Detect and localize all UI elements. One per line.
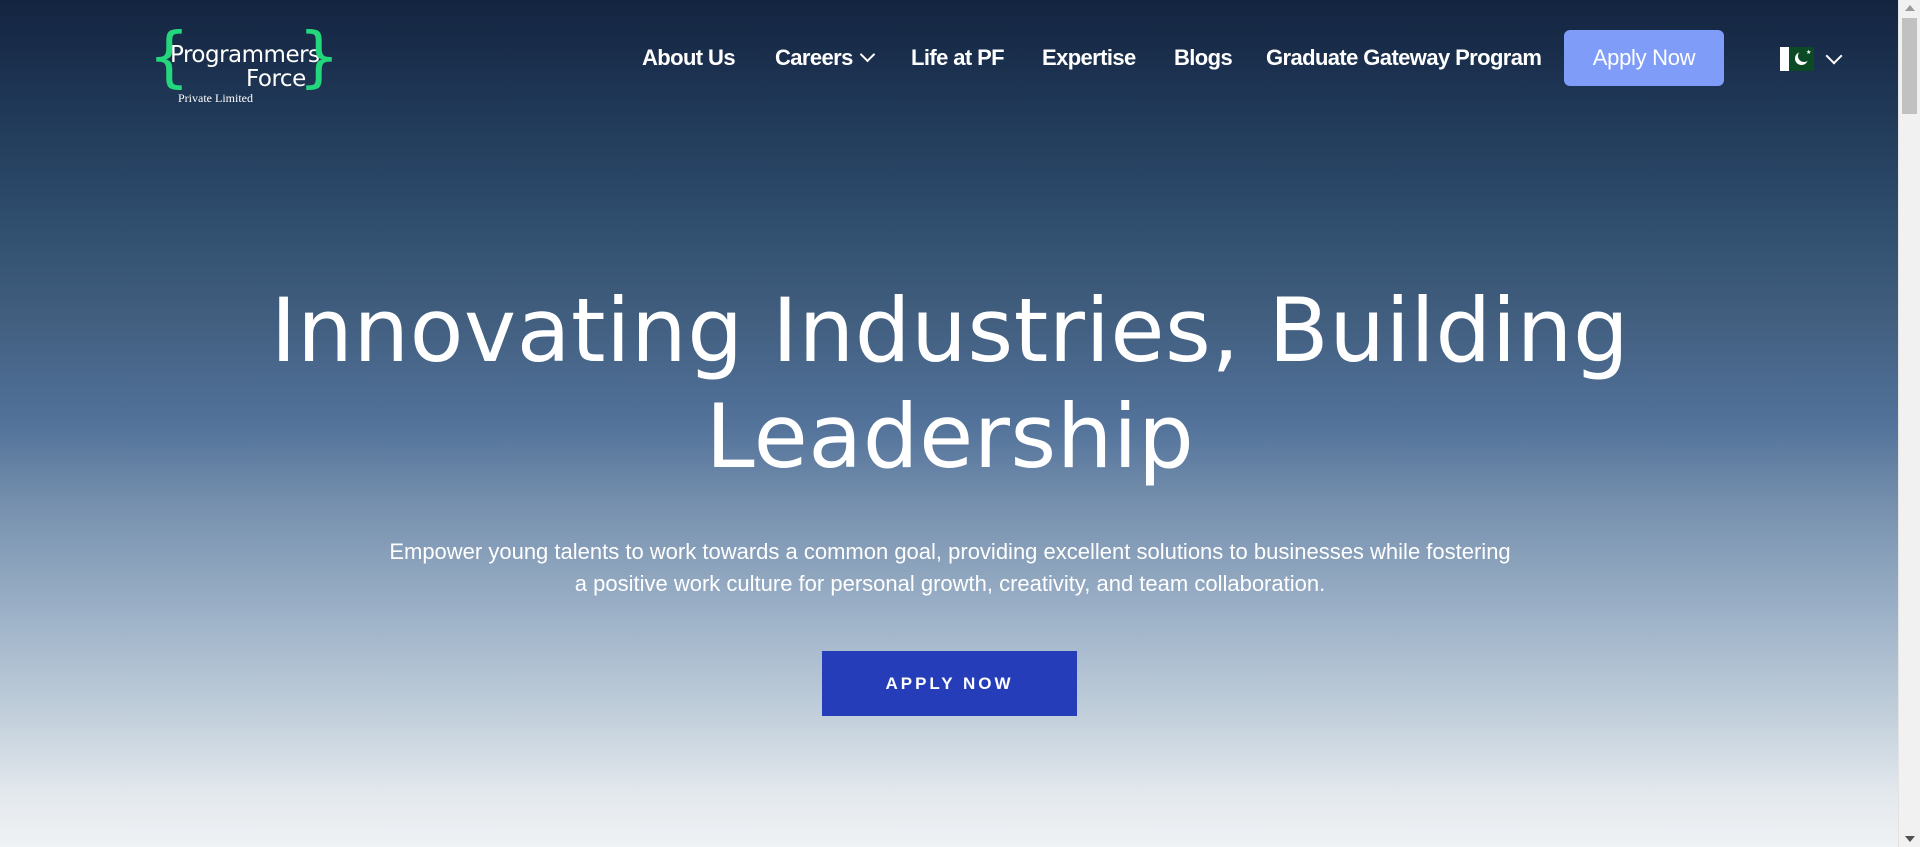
nav-about-us-label: About Us xyxy=(642,45,736,70)
star-shape: ★ xyxy=(1806,50,1812,56)
chevron-down-icon xyxy=(1825,47,1843,65)
pakistan-flag-icon: ★ xyxy=(1780,47,1814,71)
nav-blogs-label: Blogs xyxy=(1174,45,1233,70)
site-header: { Programmers Force Private Limited } Ab… xyxy=(0,0,1898,115)
hero-title-line-2: Leadership xyxy=(705,385,1195,488)
scroll-up-arrow-icon[interactable] xyxy=(1905,5,1915,11)
scrollbar-thumb[interactable] xyxy=(1902,18,1917,114)
nav-careers[interactable]: Careers xyxy=(775,40,876,76)
nav-life-at-pf[interactable]: Life at PF xyxy=(911,40,1005,76)
nav-graduate-gateway-program-label: Graduate Gateway Program xyxy=(1266,45,1542,70)
nav-expertise-label: Expertise xyxy=(1042,45,1136,70)
hero-description-line-1: Empower young talents to work towards a … xyxy=(389,539,1511,564)
hero-apply-now-button[interactable]: APPLY NOW xyxy=(822,651,1077,716)
logo-text-private-limited: Private Limited xyxy=(178,91,253,105)
nav-careers-label: Careers xyxy=(775,45,853,70)
chevron-down-icon xyxy=(859,46,876,63)
nav-about-us[interactable]: About Us xyxy=(642,40,736,76)
hero-title: Innovating Industries, Building Leadersh… xyxy=(160,278,1740,490)
language-selector[interactable]: ★ xyxy=(1780,47,1846,73)
nav-graduate-gateway-program[interactable]: Graduate Gateway Program xyxy=(1266,40,1542,76)
hero-title-line-1: Innovating Industries, Building xyxy=(270,279,1630,382)
nav-life-at-pf-label: Life at PF xyxy=(911,45,1005,70)
hero-description-line-2: a positive work culture for personal gro… xyxy=(574,571,1326,596)
vertical-scrollbar[interactable] xyxy=(1898,0,1920,847)
nav-expertise[interactable]: Expertise xyxy=(1042,40,1136,76)
hero-description: Empower young talents to work towards a … xyxy=(370,536,1530,600)
scroll-down-arrow-icon[interactable] xyxy=(1905,836,1915,842)
header-apply-now-button[interactable]: Apply Now xyxy=(1564,30,1724,86)
nav-blogs[interactable]: Blogs xyxy=(1174,40,1233,76)
